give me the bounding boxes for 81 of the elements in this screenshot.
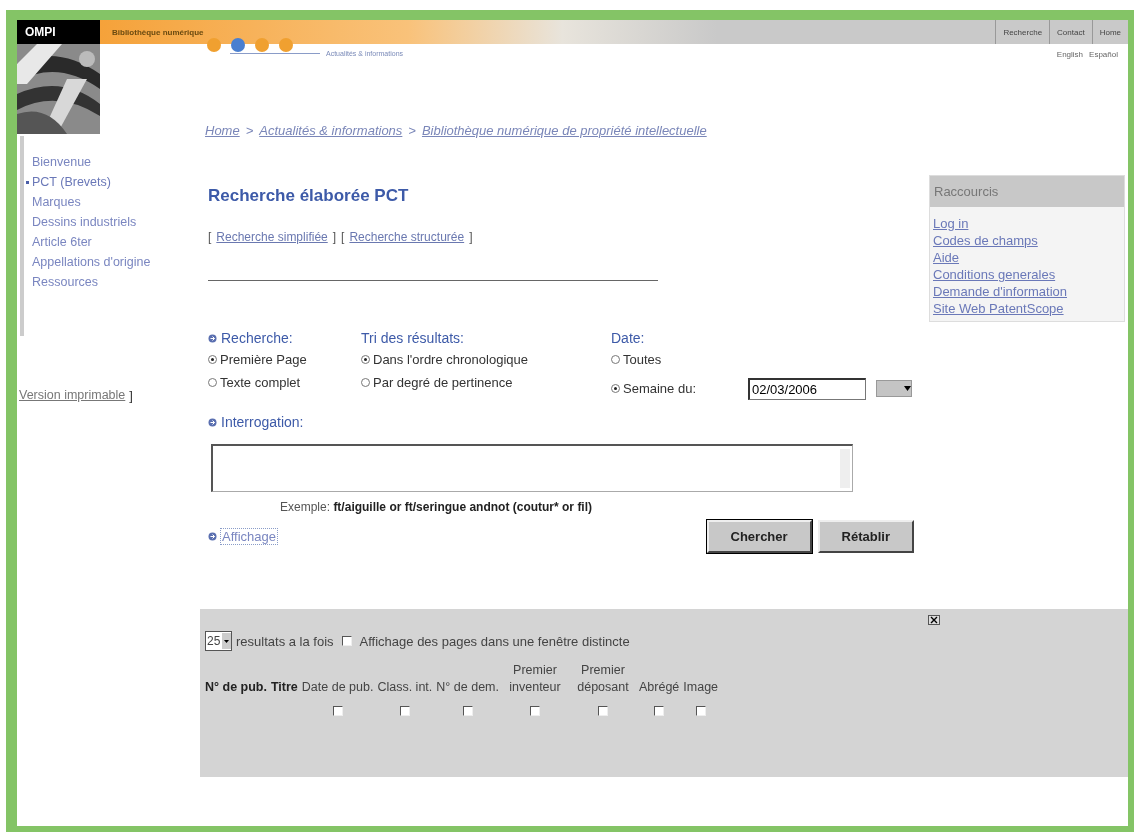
- nav-item[interactable]: Bienvenue: [26, 152, 152, 172]
- shortcut-link[interactable]: Log in: [933, 215, 1121, 232]
- nav-item[interactable]: Dessins industriels: [26, 212, 152, 232]
- column-label: Abrégé: [639, 679, 680, 696]
- top-link[interactable]: Home: [1091, 20, 1128, 44]
- date-field[interactable]: 02/03/2006: [748, 377, 866, 400]
- breadcrumb-link[interactable]: Bibliothèque numérique de propriété intellectuelle: [421, 123, 707, 138]
- breadcrumb-link[interactable]: Home: [205, 123, 240, 138]
- per-page-label: resultats a la fois: [236, 633, 334, 649]
- print-link[interactable]: Version imprimable: [19, 388, 126, 403]
- step-dot[interactable]: [207, 38, 221, 52]
- option-heading: Recherche:: [221, 330, 293, 346]
- breadcrumb-link[interactable]: Actualités & informations: [259, 123, 403, 138]
- checkbox[interactable]: [341, 636, 352, 646]
- close-icon[interactable]: [928, 615, 940, 625]
- checkbox[interactable]: [332, 706, 343, 716]
- radio-option[interactable]: Texte complet: [208, 371, 361, 394]
- reset-button[interactable]: Rétablir: [817, 520, 914, 553]
- breadcrumb-separator: >: [408, 123, 416, 138]
- nav-item[interactable]: Article 6ter: [26, 232, 152, 252]
- bracket: [: [208, 230, 212, 244]
- column-label: N° de pub.: [205, 679, 267, 696]
- column-label: Premier inventeur: [508, 662, 562, 696]
- radio-option[interactable]: Première Page: [208, 348, 361, 371]
- nav-item[interactable]: Marques: [26, 192, 152, 212]
- top-link[interactable]: Recherche: [995, 20, 1050, 44]
- shortcut-link[interactable]: Demande d'information: [933, 283, 1121, 300]
- bracket: ]: [469, 230, 473, 244]
- checkbox[interactable]: [654, 706, 665, 716]
- panel-title: Raccourcis: [930, 176, 1124, 207]
- checkbox[interactable]: [695, 706, 706, 716]
- option-heading: Date:: [611, 330, 645, 346]
- option-heading: Tri des résultats:: [361, 330, 464, 346]
- language-link[interactable]: Español: [1089, 50, 1118, 59]
- checkbox[interactable]: [530, 706, 540, 716]
- checkbox-label: Affichage des pages dans une fenêtre distincte: [359, 633, 630, 649]
- language-link[interactable]: English: [1056, 50, 1084, 59]
- bracket: [: [341, 230, 345, 244]
- circle-arrow-icon: [208, 532, 217, 541]
- search-mode-link[interactable]: Recherche structurée: [349, 230, 465, 244]
- shortcut-link[interactable]: Site Web PatentScope: [933, 300, 1121, 317]
- radio-option[interactable]: Par degré de pertinence: [361, 371, 611, 394]
- search-button[interactable]: Chercher: [706, 520, 812, 553]
- shortcut-link[interactable]: Aide: [933, 249, 1121, 266]
- display-link[interactable]: Affichage: [220, 528, 278, 545]
- circle-arrow-icon: [208, 417, 217, 427]
- column-label: Image: [683, 679, 719, 696]
- shortcut-link[interactable]: Conditions generales: [933, 266, 1121, 283]
- per-page-select[interactable]: 25: [205, 631, 232, 651]
- shortcut-link[interactable]: Codes de champs: [933, 232, 1121, 249]
- search-mode-link[interactable]: Recherche simplifiée: [216, 230, 328, 244]
- calendar-dropdown[interactable]: [876, 380, 912, 397]
- bracket: ]: [129, 388, 133, 403]
- section-title: Bibliothèque numérique: [111, 27, 204, 37]
- dropdown-arrow-icon: [904, 386, 911, 391]
- column-label: Titre: [270, 679, 298, 696]
- radio-option[interactable]: Semaine du:: [611, 377, 696, 400]
- step-dot[interactable]: [231, 38, 245, 52]
- bracket: ]: [332, 230, 337, 244]
- step-dot[interactable]: [279, 38, 293, 52]
- column-label: Premier déposant: [576, 662, 630, 696]
- checkbox[interactable]: [598, 706, 608, 716]
- top-link[interactable]: Contact: [1049, 20, 1092, 44]
- step-dot[interactable]: [255, 38, 269, 52]
- checkbox[interactable]: [462, 706, 473, 716]
- column-label: N° de dem.: [436, 679, 499, 696]
- circle-arrow-icon: [208, 333, 217, 343]
- checkbox[interactable]: [399, 706, 410, 716]
- example-text: Exemple: ft/aiguille or ft/seringue andnot (coutur* or fil): [280, 500, 594, 514]
- nav-item[interactable]: PCT (Brevets): [26, 172, 152, 192]
- logo[interactable]: OMPI: [17, 20, 100, 44]
- column-label: Date de pub.: [301, 679, 374, 696]
- page-title: Recherche élaborée PCT: [208, 186, 410, 206]
- nav-item[interactable]: Ressources: [26, 272, 152, 292]
- nav-item[interactable]: Appellations d'origine: [26, 252, 152, 272]
- breadcrumb-separator: >: [245, 123, 254, 138]
- option-heading: Interrogation:: [221, 414, 304, 430]
- radio-option[interactable]: Toutes: [611, 348, 912, 371]
- radio-option[interactable]: Dans l'ordre chronologique: [361, 348, 611, 371]
- column-label: Class. int.: [377, 679, 433, 696]
- query-textarea[interactable]: [211, 444, 853, 492]
